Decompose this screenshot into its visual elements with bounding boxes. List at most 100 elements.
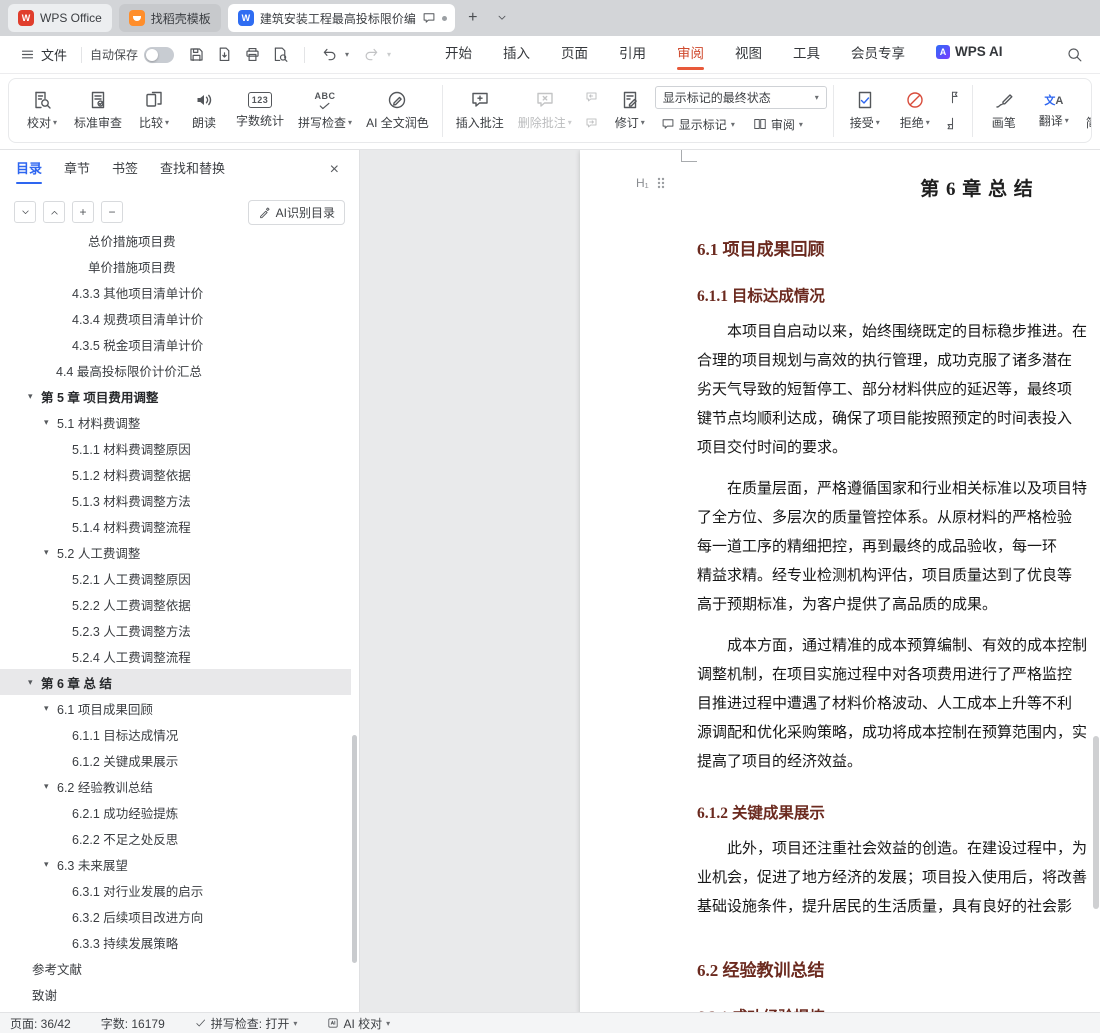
toc-item[interactable]: 6.1.1 目标达成情况 bbox=[0, 721, 351, 747]
review-pane-button[interactable]: 审阅 ▾ bbox=[747, 113, 809, 136]
previous-change-button[interactable] bbox=[943, 88, 963, 108]
accept-button[interactable]: 接受 ▾ bbox=[840, 81, 890, 141]
zoom-in-button[interactable]: + bbox=[72, 201, 94, 223]
ai-polish-button[interactable]: AI 全文润色 bbox=[359, 81, 436, 141]
expand-all-button[interactable] bbox=[14, 201, 36, 223]
toc-item[interactable]: 5.2.3 人工费调整方法 bbox=[0, 617, 351, 643]
toc-item[interactable]: 6.3.1 对行业发展的启示 bbox=[0, 877, 351, 903]
translate-button[interactable]: 文A 翻译 ▾ bbox=[1029, 81, 1079, 141]
expand-arrow-icon[interactable]: ▾ bbox=[44, 781, 57, 792]
search-button[interactable] bbox=[1062, 43, 1086, 67]
ai-recognize-toc-button[interactable]: AI识别目录 bbox=[247, 199, 345, 225]
toc-item[interactable]: 参考文献 bbox=[0, 955, 351, 981]
sidebar-tab-书签[interactable]: 书签 bbox=[112, 154, 138, 186]
paragraph[interactable]: 此外，项目还注重社会效益的创造。在建设过程中，为 业机会，促进了地方经济的发展；项… bbox=[697, 835, 1100, 922]
collapse-all-button[interactable] bbox=[43, 201, 65, 223]
read-aloud-button[interactable]: 朗读 bbox=[179, 81, 229, 141]
heading-level-badge[interactable]: H₁ bbox=[636, 176, 649, 190]
simplified-traditional-button[interactable]: 简/繁 简繁转换 bbox=[1079, 81, 1091, 141]
next-change-button[interactable] bbox=[943, 114, 963, 134]
heading-h2[interactable]: 6.1 项目成果回顾 bbox=[697, 235, 1100, 260]
toc-item[interactable]: 5.2.4 人工费调整流程 bbox=[0, 643, 351, 669]
expand-arrow-icon[interactable]: ▾ bbox=[44, 859, 57, 870]
ribbon-tab-视图[interactable]: 视图 bbox=[733, 40, 764, 70]
brush-button[interactable]: 画笔 bbox=[979, 81, 1029, 141]
toc-item[interactable]: ▾ 第 5 章 项目费用调整 bbox=[0, 383, 351, 409]
document-canvas[interactable]: H₁ 第 6 章 总 结 6.1 项目成果回顾 6.1.1 目标达成情况 本项目自启… bbox=[360, 150, 1100, 1012]
document-page[interactable]: H₁ 第 6 章 总 结 6.1 项目成果回顾 6.1.1 目标达成情况 本项目自启… bbox=[580, 150, 1100, 1012]
toc-item[interactable]: 4.3.5 税金项目清单计价 bbox=[0, 331, 351, 357]
track-changes-button[interactable]: 修订 ▾ bbox=[605, 81, 655, 141]
expand-arrow-icon[interactable]: ▾ bbox=[44, 547, 57, 558]
toc-item[interactable]: ▾ 6.2 经验教训总结 bbox=[0, 773, 351, 799]
toc-item[interactable]: 4.3.4 规费项目清单计价 bbox=[0, 305, 351, 331]
spell-check-button[interactable]: ABC 拼写检查 ▾ bbox=[291, 81, 359, 141]
expand-arrow-icon[interactable]: ▾ bbox=[28, 677, 41, 688]
insert-comment-button[interactable]: 插入批注 bbox=[449, 81, 511, 141]
save-button[interactable] bbox=[184, 43, 208, 67]
heading-h3[interactable]: 6.2.1 成功经验提炼 bbox=[697, 1005, 1100, 1012]
toc-item[interactable]: 4.3.3 其他项目清单计价 bbox=[0, 279, 351, 305]
toc-item[interactable]: 总价措施项目费 bbox=[0, 234, 351, 253]
tab-docer-templates[interactable]: 找稻壳模板 bbox=[118, 4, 221, 32]
paragraph[interactable]: 在质量层面，严格遵循国家和行业相关标准以及项目特 了全方位、多层次的质量管控体系。… bbox=[697, 475, 1100, 620]
toc-item[interactable]: ▾ 5.2 人工费调整 bbox=[0, 539, 351, 565]
toc-item[interactable]: 5.1.4 材料费调整流程 bbox=[0, 513, 351, 539]
undo-button[interactable] bbox=[317, 43, 341, 67]
toc-item[interactable]: ▾ 第 6 章 总 结 bbox=[0, 669, 351, 695]
ribbon-tab-会员专享[interactable]: 会员专享 bbox=[849, 40, 907, 70]
toc-item[interactable]: 4.4 最高投标限价计价汇总 bbox=[0, 357, 351, 383]
toc-item[interactable]: 单价措施项目费 bbox=[0, 253, 351, 279]
toc-item[interactable]: 5.2.1 人工费调整原因 bbox=[0, 565, 351, 591]
zoom-out-button[interactable]: − bbox=[101, 201, 123, 223]
toc-item[interactable]: ▾ 5.1 材料费调整 bbox=[0, 409, 351, 435]
ribbon-tab-插入[interactable]: 插入 bbox=[501, 40, 532, 70]
document-scrollbar[interactable] bbox=[1093, 736, 1099, 909]
expand-arrow-icon[interactable]: ▾ bbox=[28, 391, 41, 402]
ai-proofread-status[interactable]: AI 校对 ▾ bbox=[327, 1015, 390, 1032]
toc-item[interactable]: 致谢 bbox=[0, 981, 351, 1007]
markup-state-select[interactable]: 显示标记的最终状态 ▾ bbox=[654, 85, 827, 109]
print-preview-button[interactable] bbox=[268, 43, 292, 67]
toc-item[interactable]: 5.2.2 人工费调整依据 bbox=[0, 591, 351, 617]
sidebar-tab-查找和替换[interactable]: 查找和替换 bbox=[160, 154, 225, 186]
paragraph[interactable]: 本项目自启动以来，始终围绕既定的目标稳步推进。在 合理的项目规划与高效的执行管理，… bbox=[697, 318, 1100, 463]
toc-item[interactable]: 6.3.2 后续项目改进方向 bbox=[0, 903, 351, 929]
toc-item[interactable]: ▾ 6.1 项目成果回顾 bbox=[0, 695, 351, 721]
toc-item[interactable]: 5.1.1 材料费调整原因 bbox=[0, 435, 351, 461]
undo-dropdown[interactable]: ▾ bbox=[345, 50, 355, 59]
toc-item[interactable]: 5.1.3 材料费调整方法 bbox=[0, 487, 351, 513]
new-tab-button[interactable]: + bbox=[462, 7, 484, 29]
toc-item[interactable]: 6.2.1 成功经验提炼 bbox=[0, 799, 351, 825]
word-count-button[interactable]: 123 字数统计 bbox=[229, 81, 291, 141]
ribbon-tab-WPS AI[interactable]: A WPS AI bbox=[934, 42, 1005, 67]
heading-h3[interactable]: 6.1.2 关键成果展示 bbox=[697, 801, 1100, 823]
standard-review-button[interactable]: 标准审查 bbox=[67, 81, 129, 141]
ribbon-tab-开始[interactable]: 开始 bbox=[443, 40, 474, 70]
sidebar-tab-目录[interactable]: 目录 bbox=[16, 154, 43, 186]
autosave-toggle[interactable] bbox=[144, 46, 175, 63]
show-markup-button[interactable]: 显示标记 ▾ bbox=[655, 113, 741, 136]
toc-item[interactable]: 6.3.3 持续发展策略 bbox=[0, 929, 351, 955]
tab-list-button[interactable] bbox=[491, 7, 513, 29]
expand-arrow-icon[interactable]: ▾ bbox=[44, 417, 57, 428]
ribbon-tab-引用[interactable]: 引用 bbox=[617, 40, 648, 70]
ribbon-tab-工具[interactable]: 工具 bbox=[791, 40, 822, 70]
print-button[interactable] bbox=[240, 43, 264, 67]
heading-h2[interactable]: 6.2 经验教训总结 bbox=[697, 956, 1100, 981]
proofread-button[interactable]: 校对 ▾ bbox=[17, 81, 67, 141]
paragraph[interactable]: 成本方面，通过精准的成本预算编制、有效的成本控制 调整机制，在项目实施过程中对各项… bbox=[697, 632, 1100, 777]
page-indicator[interactable]: 页面: 36/42 bbox=[10, 1015, 71, 1032]
ribbon-tab-审阅[interactable]: 审阅 bbox=[675, 40, 706, 70]
document-body[interactable]: 6.1 项目成果回顾 6.1.1 目标达成情况 本项目自启动以来，始终围绕既定的目标… bbox=[580, 235, 1100, 1012]
toc-item[interactable]: 6.1.2 关键成果展示 bbox=[0, 747, 351, 773]
spell-check-status[interactable]: 拼写检查: 打开 ▾ bbox=[195, 1015, 297, 1032]
compare-button[interactable]: 比较 ▾ bbox=[129, 81, 179, 141]
tab-wps-office[interactable]: W WPS Office bbox=[8, 4, 112, 32]
sidebar-scrollbar[interactable] bbox=[352, 735, 357, 963]
tab-document-active[interactable]: W 建筑安装工程最高投标限价编 bbox=[227, 4, 455, 32]
file-menu-button[interactable]: 文件 bbox=[14, 41, 73, 68]
comment-bubble-icon[interactable] bbox=[422, 11, 436, 25]
expand-arrow-icon[interactable]: ▾ bbox=[44, 703, 57, 714]
toc-item[interactable]: 6.2.2 不足之处反思 bbox=[0, 825, 351, 851]
